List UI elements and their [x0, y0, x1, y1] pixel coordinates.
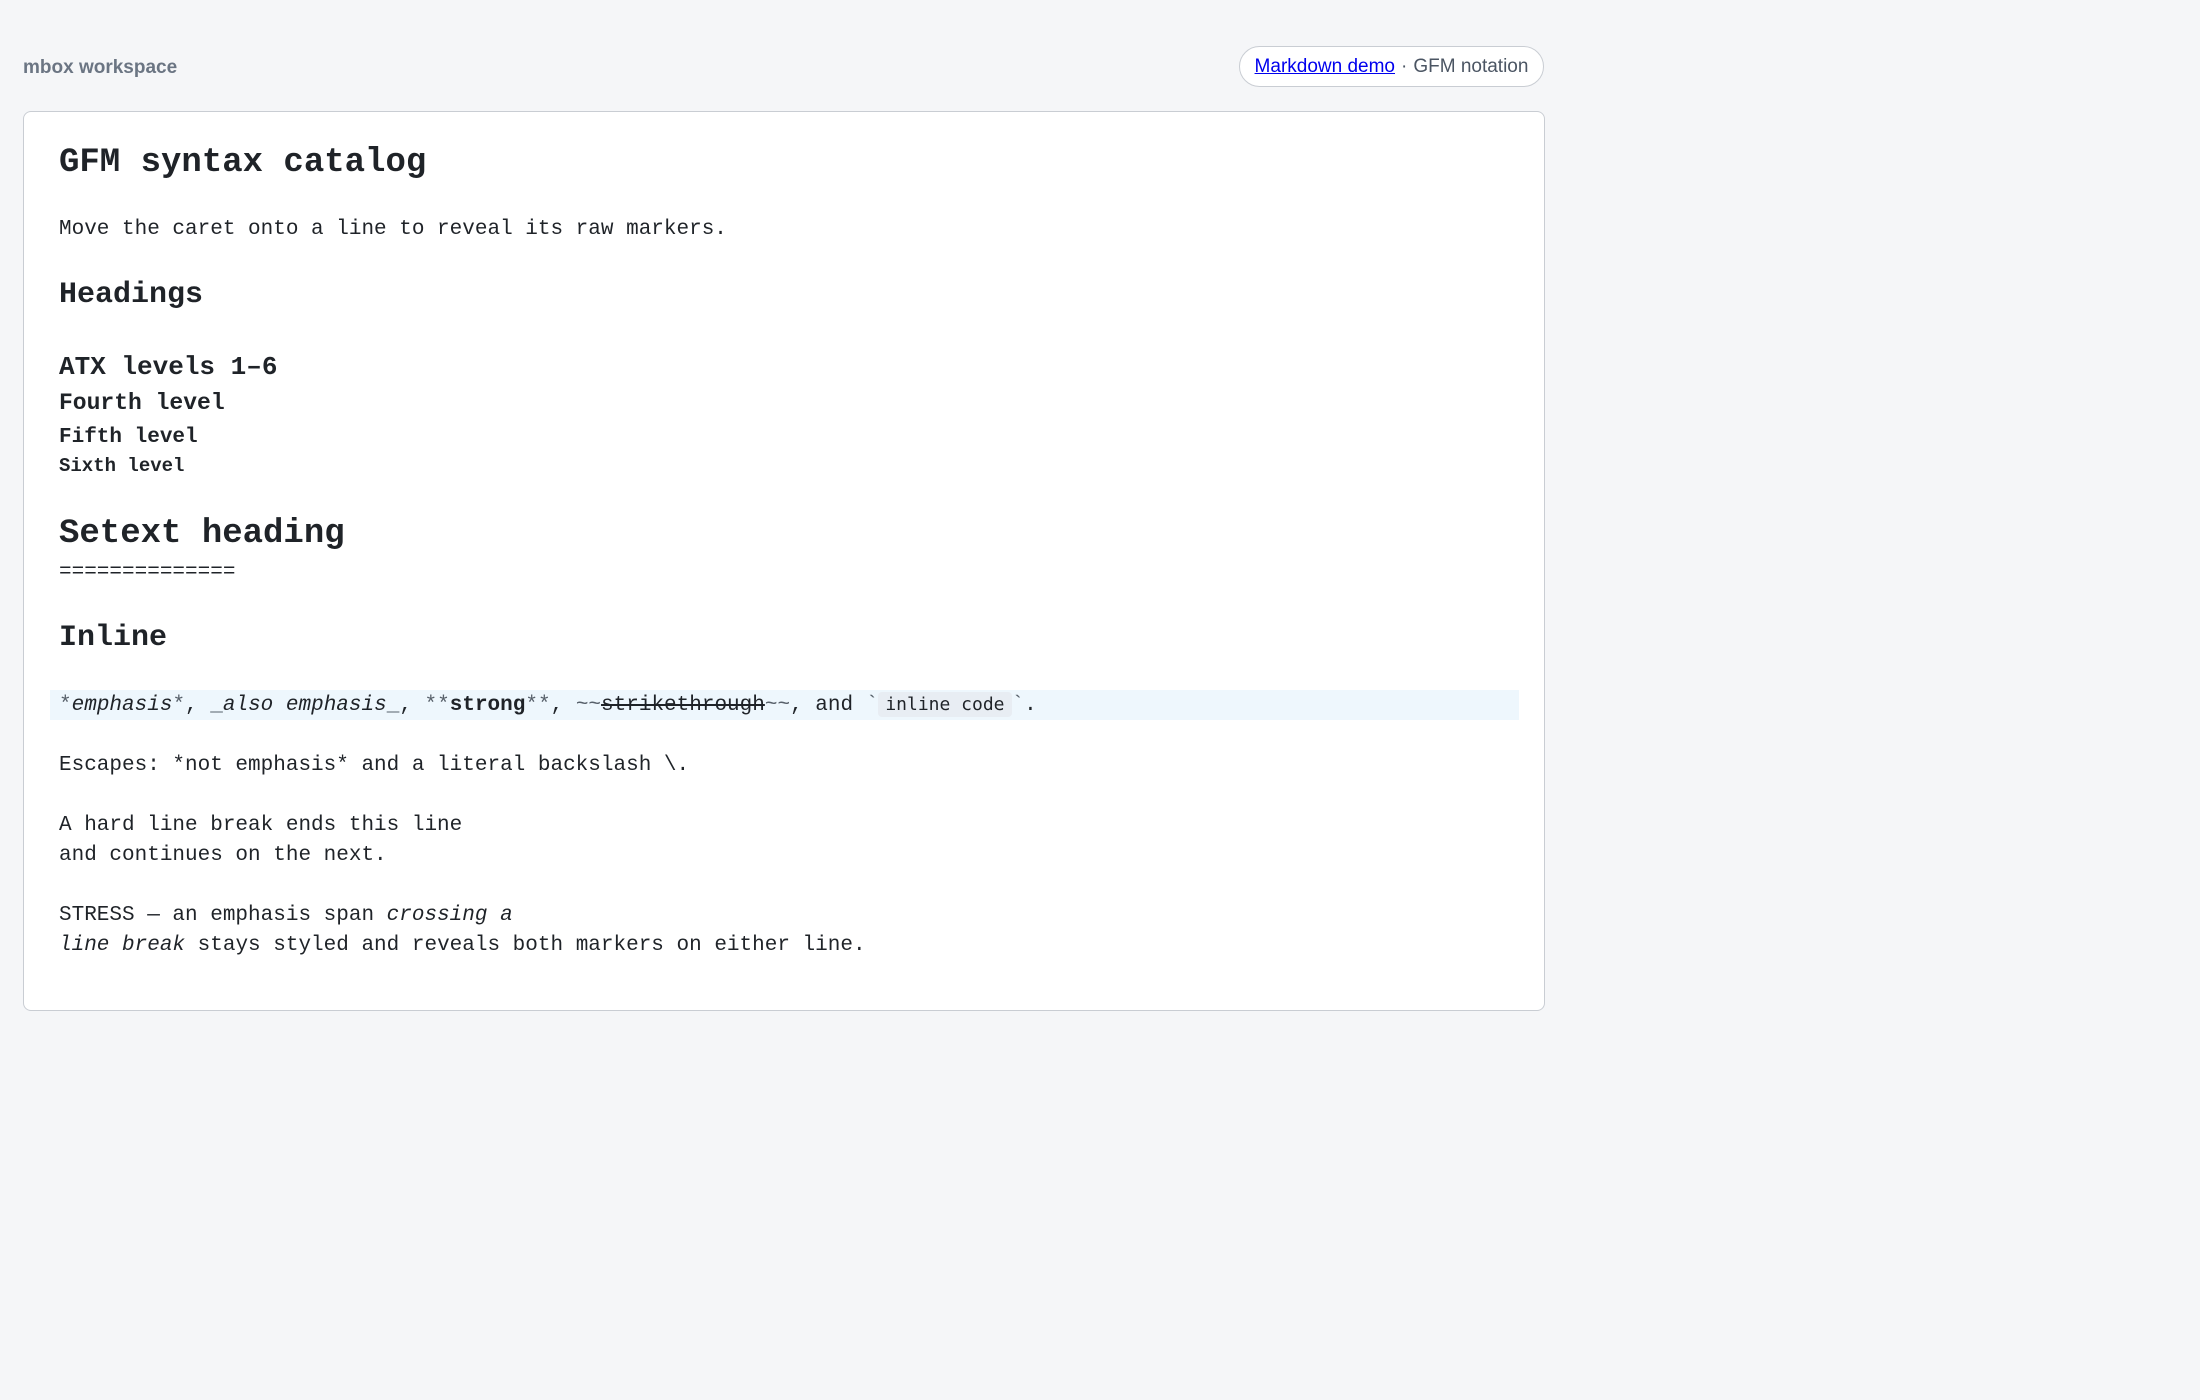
- setext-underline[interactable]: ==============: [59, 562, 235, 583]
- inline-text: .: [1024, 694, 1037, 717]
- heading-level-3[interactable]: ATX levels 1–6: [59, 354, 277, 380]
- heading-level-5[interactable]: Fifth level: [59, 427, 198, 448]
- heading-level-4[interactable]: Fourth level: [59, 392, 225, 415]
- workspace-label: mbox workspace: [23, 57, 178, 78]
- hard-break-line-1[interactable]: A hard line break ends this line: [59, 815, 462, 836]
- inline-text: , and: [790, 694, 866, 717]
- heading-level-6[interactable]: Sixth level: [59, 457, 184, 476]
- demo-badge: Markdown demo · GFM notation: [1239, 46, 1544, 87]
- inline-text: ,: [185, 694, 211, 717]
- hard-break-line-2[interactable]: and continues on the next.: [59, 845, 387, 866]
- escapes-paragraph[interactable]: Escapes: *not emphasis* and a literal ba…: [59, 755, 689, 776]
- notation-label: GFM notation: [1413, 55, 1529, 77]
- emphasis-text: also emphasis: [222, 694, 387, 717]
- heading-headings[interactable]: Headings: [59, 280, 203, 310]
- emphasis-marker: *: [59, 694, 72, 717]
- inline-syntax-line[interactable]: *emphasis*, _also emphasis_, **strong**,…: [59, 692, 1037, 717]
- strike-marker: ~~: [575, 694, 602, 717]
- intro-paragraph[interactable]: Move the caret onto a line to reveal its…: [59, 219, 727, 240]
- strong-marker: **: [424, 694, 450, 717]
- stress-text: stays styled and reveals both markers on…: [185, 934, 866, 957]
- strong-text: strong: [449, 694, 526, 717]
- stress-text: STRESS — an emphasis span: [59, 904, 387, 927]
- strikethrough-text: strikethrough: [601, 694, 765, 717]
- setext-heading[interactable]: Setext heading: [59, 517, 345, 551]
- emphasis-text: emphasis: [71, 694, 173, 717]
- strike-marker: ~~: [764, 694, 791, 717]
- emphasis-marker: _: [386, 694, 400, 717]
- stress-line-1[interactable]: STRESS — an emphasis span crossing a: [59, 905, 513, 926]
- strong-marker: **: [525, 694, 551, 717]
- separator: ·: [1401, 55, 1408, 77]
- markdown-demo-link[interactable]: Markdown demo: [1255, 56, 1395, 78]
- stress-emphasis: crossing a: [386, 904, 513, 927]
- emphasis-marker: _: [210, 694, 223, 717]
- stress-emphasis: line break: [59, 934, 186, 957]
- heading-inline[interactable]: Inline: [59, 623, 167, 653]
- doc-title[interactable]: GFM syntax catalog: [59, 146, 426, 180]
- inline-code: inline code: [878, 692, 1012, 717]
- inline-text: ,: [550, 694, 576, 717]
- code-marker: `: [865, 694, 879, 717]
- stress-line-2[interactable]: line break stays styled and reveals both…: [59, 935, 866, 956]
- markdown-editor[interactable]: GFM syntax catalog Move the caret onto a…: [23, 111, 1545, 1011]
- code-marker: `: [1011, 694, 1025, 717]
- emphasis-marker: *: [172, 694, 186, 717]
- inline-text: ,: [399, 694, 425, 717]
